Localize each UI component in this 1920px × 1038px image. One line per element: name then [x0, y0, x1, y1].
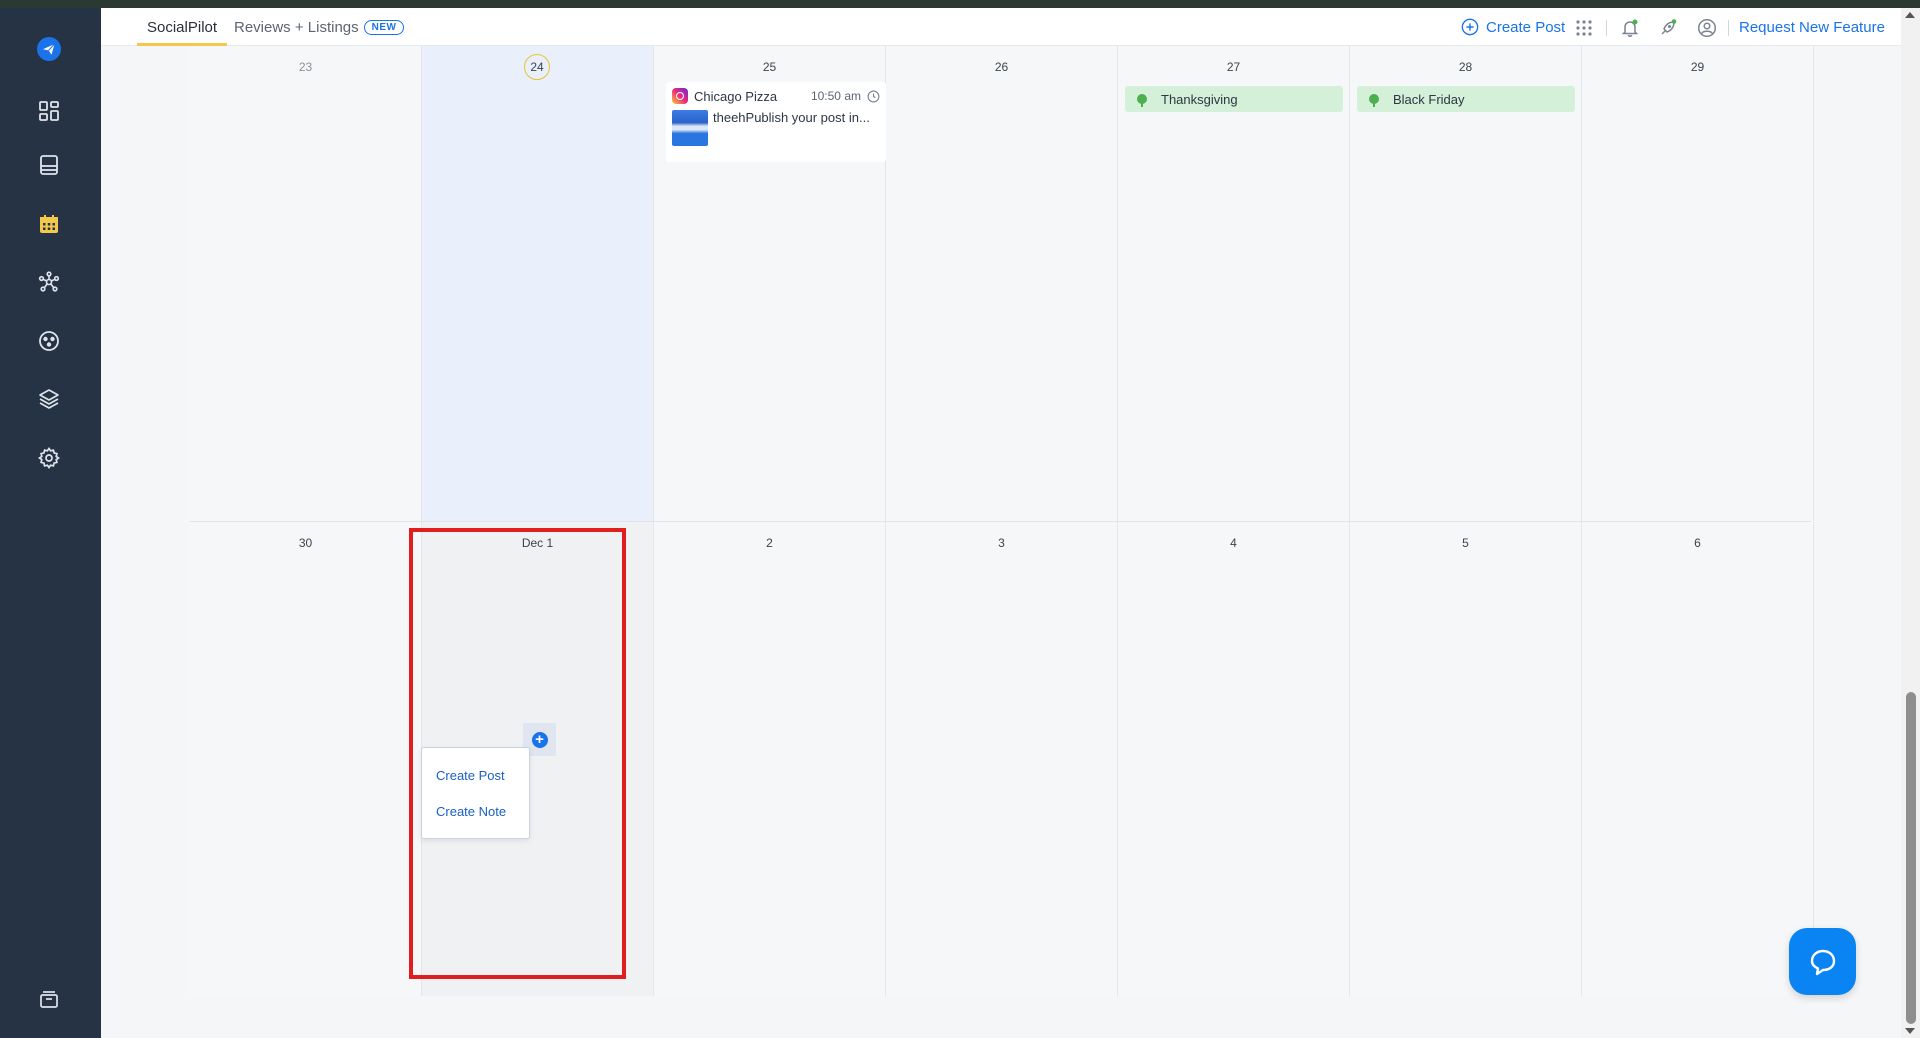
menu-item-create-post[interactable]: Create Post — [436, 768, 505, 783]
new-badge: NEW — [363, 19, 405, 35]
calendar-day-cell[interactable]: 27 Thanksgiving — [1118, 46, 1350, 521]
rocket-icon[interactable] — [1658, 18, 1678, 38]
holiday-event[interactable]: Thanksgiving — [1125, 86, 1343, 112]
dashboard-icon[interactable] — [34, 96, 64, 126]
holiday-pin-icon — [1137, 94, 1147, 107]
day-number: 27 — [1226, 60, 1241, 74]
apps-grid-icon[interactable] — [1574, 18, 1594, 38]
settings-icon[interactable] — [34, 443, 64, 473]
request-new-feature-link[interactable]: Request New Feature — [1739, 8, 1885, 46]
posts-icon[interactable] — [34, 150, 64, 180]
chat-support-button[interactable] — [1789, 928, 1856, 995]
calendar-day-cell[interactable]: 30 — [190, 522, 422, 996]
post-preview-text: theehPublish your post in... — [713, 110, 870, 125]
archive-icon[interactable] — [34, 984, 64, 1014]
notification-bell-icon[interactable] — [1620, 18, 1640, 38]
day-number: 28 — [1458, 60, 1473, 74]
calendar-day-cell[interactable]: 4 — [1118, 522, 1350, 996]
holiday-event[interactable]: Black Friday — [1357, 86, 1575, 112]
calendar-day-cell[interactable]: 28 Black Friday — [1350, 46, 1582, 521]
plus-circle-icon — [1461, 18, 1479, 36]
create-popup-menu: Create Post Create Note — [421, 747, 530, 839]
topbar-divider-2 — [1728, 20, 1729, 36]
holiday-pin-icon — [1369, 94, 1379, 107]
post-time: 10:50 am — [811, 89, 880, 103]
chat-bubble-icon — [1810, 949, 1835, 975]
topbar-divider — [1606, 20, 1607, 36]
day-number: 30 — [298, 536, 313, 550]
clock-icon — [867, 90, 880, 102]
layers-icon[interactable] — [34, 384, 64, 414]
tab-socialpilot[interactable]: SocialPilot — [137, 8, 228, 46]
day-number: 26 — [994, 60, 1009, 74]
post-thumbnail — [672, 110, 708, 146]
connections-icon[interactable] — [34, 267, 64, 297]
calendar-day-cell[interactable]: 29 — [1582, 46, 1814, 521]
user-profile-icon[interactable] — [1697, 18, 1717, 38]
calendar-icon[interactable] — [34, 209, 64, 239]
post-account-name: Chicago Pizza — [694, 88, 778, 104]
calendar-day-cell[interactable]: 2 — [654, 522, 886, 996]
plus-icon: + — [531, 731, 548, 748]
calendar-day-cell[interactable]: 3 — [886, 522, 1118, 996]
calendar-day-cell[interactable]: 26 — [886, 46, 1118, 521]
post-card-body: theehPublish your post in... — [672, 110, 880, 146]
tab-reviews-listings-label: Reviews + Listings — [234, 18, 359, 36]
scheduled-post-card[interactable]: Chicago Pizza 10:50 am theehPublish your… — [666, 82, 886, 162]
analytics-icon[interactable] — [34, 326, 64, 356]
window-top-strip — [0, 0, 1920, 8]
top-bar: SocialPilot Reviews + Listings NEW Creat… — [101, 8, 1901, 46]
create-post-button[interactable]: Create Post — [1461, 8, 1565, 46]
tab-reviews-listings[interactable]: Reviews + Listings NEW — [234, 8, 405, 46]
menu-item-create-note[interactable]: Create Note — [436, 804, 506, 819]
scroll-down-arrow-icon[interactable] — [1905, 1028, 1915, 1034]
post-time-text: 10:50 am — [810, 89, 861, 103]
create-post-label: Create Post — [1486, 18, 1566, 36]
today-marker: 24 — [524, 54, 550, 80]
calendar-day-cell[interactable]: 23 — [190, 46, 422, 521]
day-number: 25 — [762, 60, 777, 74]
calendar-day-cell-today[interactable]: 24 — [422, 46, 654, 521]
post-card-header: Chicago Pizza 10:50 am — [672, 88, 880, 104]
day-number: 5 — [1462, 536, 1469, 550]
calendar-day-cell[interactable]: 6 — [1582, 522, 1814, 996]
scroll-up-arrow-icon[interactable] — [1905, 12, 1915, 18]
calendar-week-row: 23 24 25 Chicago Pizza 10:50 am theehPub… — [190, 46, 1814, 521]
day-number: 29 — [1690, 60, 1705, 74]
day-number: 4 — [1230, 536, 1237, 550]
tab-socialpilot-label: SocialPilot — [147, 18, 218, 36]
instagram-icon — [672, 88, 688, 104]
calendar-day-cell[interactable]: 5 — [1350, 522, 1582, 996]
vertical-scrollbar[interactable] — [1901, 8, 1920, 1038]
sidebar — [0, 8, 101, 1038]
day-number: 6 — [1694, 536, 1701, 550]
send-logo-icon[interactable] — [34, 34, 64, 64]
scroll-thumb[interactable] — [1906, 692, 1916, 1024]
day-number: 3 — [998, 536, 1005, 550]
day-number: 2 — [766, 536, 773, 550]
calendar-day-cell[interactable]: 25 Chicago Pizza 10:50 am theehPublish y… — [654, 46, 886, 521]
day-number: 23 — [298, 60, 313, 74]
holiday-label: Thanksgiving — [1161, 91, 1238, 107]
holiday-label: Black Friday — [1393, 91, 1465, 107]
